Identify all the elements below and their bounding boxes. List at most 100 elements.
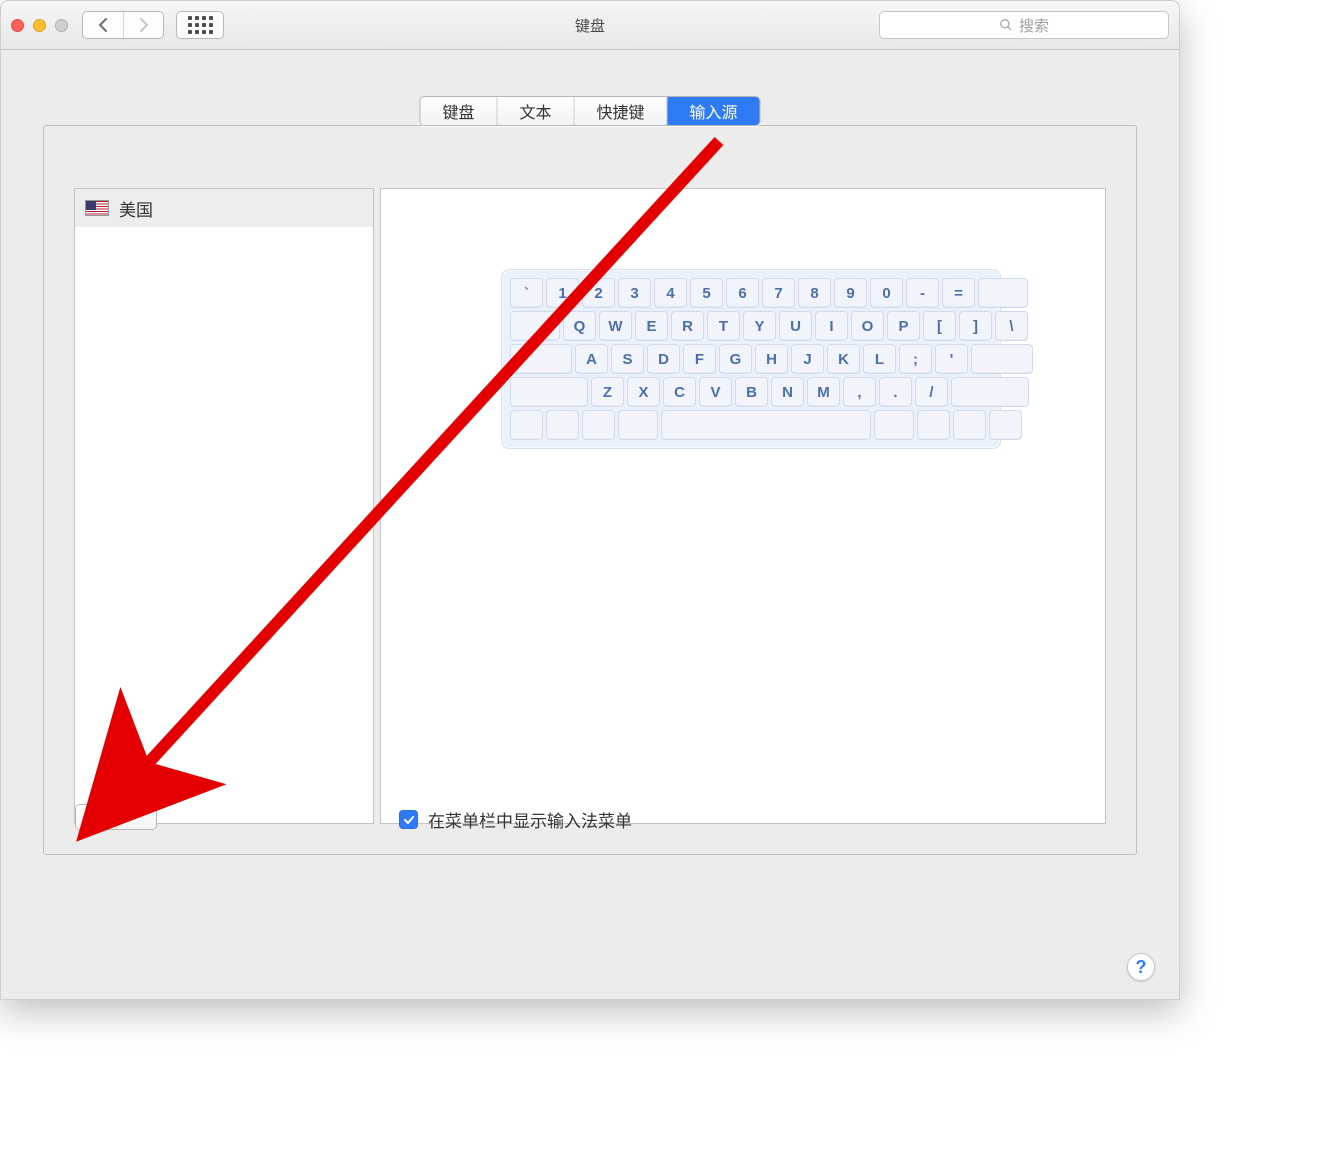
- tab-bar: 键盘 文本 快捷键 输入源: [419, 96, 760, 126]
- titlebar: 键盘 搜索: [1, 1, 1179, 50]
- flag-icon: [85, 200, 109, 216]
- key: F: [683, 344, 716, 374]
- content-panel: 键盘 文本 快捷键 输入源 美国 ` 1 2 3 4: [43, 111, 1137, 869]
- check-icon: [403, 814, 415, 826]
- chevron-left-icon: [98, 18, 108, 32]
- key: ': [935, 344, 968, 374]
- help-button[interactable]: ?: [1127, 953, 1155, 981]
- key: 9: [834, 278, 867, 308]
- key-blank: [874, 410, 914, 440]
- key: 4: [654, 278, 687, 308]
- key: 0: [870, 278, 903, 308]
- minimize-button[interactable]: [33, 19, 46, 32]
- key: ,: [843, 377, 876, 407]
- search-field[interactable]: 搜索: [879, 11, 1169, 39]
- keyboard-graphic: ` 1 2 3 4 5 6 7 8 9 0 - =: [501, 269, 1001, 449]
- key-blank: [951, 377, 1029, 407]
- key: =: [942, 278, 975, 308]
- key: J: [791, 344, 824, 374]
- key: Q: [563, 311, 596, 341]
- add-button[interactable]: +: [76, 805, 116, 829]
- key: 6: [726, 278, 759, 308]
- key: X: [627, 377, 660, 407]
- key: U: [779, 311, 812, 341]
- key: I: [815, 311, 848, 341]
- key: A: [575, 344, 608, 374]
- key-blank: [510, 344, 572, 374]
- show-in-menubar-checkbox[interactable]: [399, 810, 418, 829]
- key-blank: [510, 410, 543, 440]
- grid-icon: [188, 16, 213, 34]
- add-remove-control: + −: [75, 804, 157, 830]
- show-in-menubar-label: 在菜单栏中显示输入法菜单: [428, 807, 632, 832]
- tab-input-sources[interactable]: 输入源: [667, 97, 760, 125]
- remove-button[interactable]: −: [116, 805, 156, 829]
- key-blank: [971, 344, 1033, 374]
- key: `: [510, 278, 543, 308]
- key: K: [827, 344, 860, 374]
- chevron-right-icon: [139, 18, 149, 32]
- key-blank: [618, 410, 658, 440]
- tab-shortcuts[interactable]: 快捷键: [574, 97, 667, 125]
- close-button[interactable]: [11, 19, 24, 32]
- list-item[interactable]: 美国: [75, 189, 373, 227]
- key: 1: [546, 278, 579, 308]
- key: P: [887, 311, 920, 341]
- key: H: [755, 344, 788, 374]
- key: /: [915, 377, 948, 407]
- key: .: [879, 377, 912, 407]
- tab-text[interactable]: 文本: [496, 97, 573, 125]
- key-blank: [510, 311, 560, 341]
- key-blank: [546, 410, 579, 440]
- key-blank: [510, 377, 588, 407]
- layout-preview: ` 1 2 3 4 5 6 7 8 9 0 - =: [380, 188, 1106, 824]
- key: ]: [959, 311, 992, 341]
- key: -: [906, 278, 939, 308]
- window-controls: [11, 19, 68, 32]
- key: Y: [743, 311, 776, 341]
- key-blank: [953, 410, 986, 440]
- key: N: [771, 377, 804, 407]
- nav-back-forward: [82, 11, 164, 39]
- key-blank: [989, 410, 1022, 440]
- key: S: [611, 344, 644, 374]
- key-spacebar: [661, 410, 871, 440]
- key: [: [923, 311, 956, 341]
- key: E: [635, 311, 668, 341]
- key: G: [719, 344, 752, 374]
- show-in-menubar-row: 在菜单栏中显示输入法菜单: [399, 807, 632, 832]
- key: 2: [582, 278, 615, 308]
- key-blank: [978, 278, 1028, 308]
- preferences-window: 键盘 搜索 键盘 文本 快捷键 输入源 美国 `: [0, 0, 1180, 1000]
- key: Z: [591, 377, 624, 407]
- key: 5: [690, 278, 723, 308]
- zoom-button[interactable]: [55, 19, 68, 32]
- key: R: [671, 311, 704, 341]
- show-all-button[interactable]: [176, 11, 224, 39]
- key-blank: [582, 410, 615, 440]
- key: C: [663, 377, 696, 407]
- key: \: [995, 311, 1028, 341]
- search-placeholder: 搜索: [1019, 15, 1049, 36]
- input-source-list[interactable]: 美国: [74, 188, 374, 824]
- key: 8: [798, 278, 831, 308]
- key: ;: [899, 344, 932, 374]
- key: 3: [618, 278, 651, 308]
- list-item-label: 美国: [119, 196, 153, 221]
- key: T: [707, 311, 740, 341]
- search-icon: [999, 18, 1013, 32]
- forward-button[interactable]: [123, 12, 163, 38]
- tab-keyboard[interactable]: 键盘: [420, 97, 496, 125]
- back-button[interactable]: [83, 12, 123, 38]
- key: V: [699, 377, 732, 407]
- key-blank: [917, 410, 950, 440]
- key: B: [735, 377, 768, 407]
- help-icon: ?: [1136, 957, 1147, 978]
- key: L: [863, 344, 896, 374]
- key: 7: [762, 278, 795, 308]
- key: W: [599, 311, 632, 341]
- key: M: [807, 377, 840, 407]
- content-frame: 美国 ` 1 2 3 4 5 6 7 8 9 0: [43, 125, 1137, 855]
- key: D: [647, 344, 680, 374]
- key: O: [851, 311, 884, 341]
